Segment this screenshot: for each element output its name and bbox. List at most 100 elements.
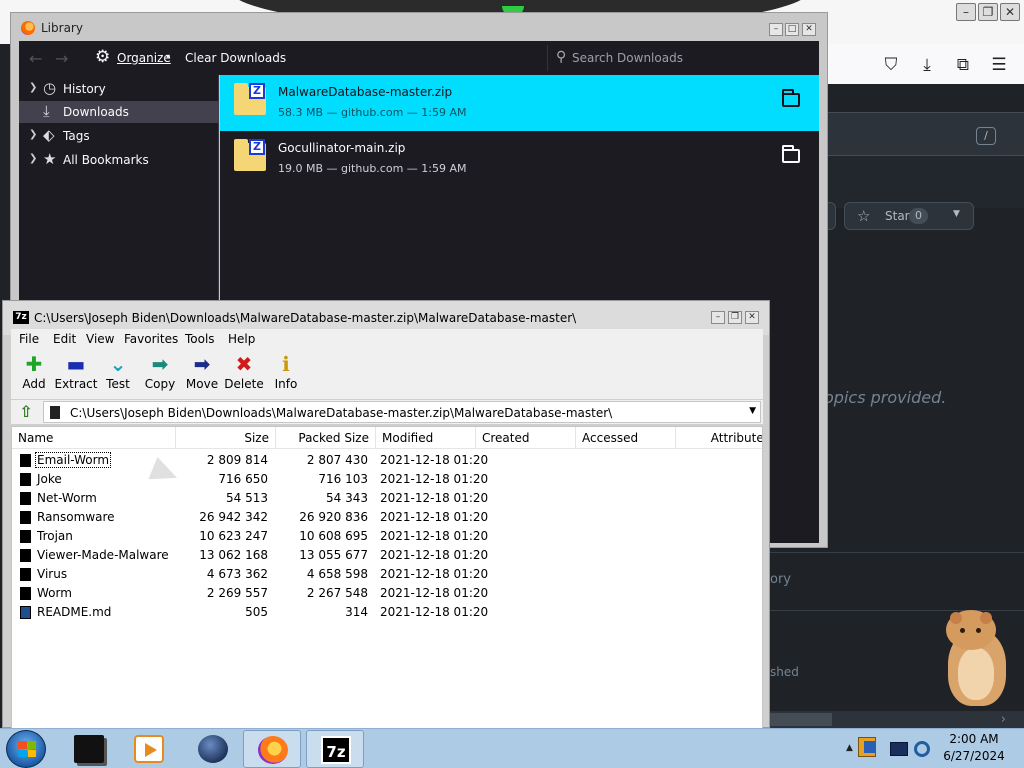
table-row[interactable]: Joke 716 650 716 103 2021-12-18 01:20 <box>12 470 762 489</box>
terminal-icon <box>74 735 104 763</box>
menu-view[interactable]: View <box>86 332 114 346</box>
clear-downloads-button[interactable]: Clear Downloads <box>185 51 286 65</box>
column-accessed[interactable]: Accessed <box>576 427 676 449</box>
taskbar-item-terminal[interactable] <box>60 730 118 768</box>
taskbar-item-media-player[interactable] <box>120 730 178 768</box>
table-row[interactable]: Ransomware 26 942 342 26 920 836 2021-12… <box>12 508 762 527</box>
taskbar-item-7zip[interactable]: 7z <box>306 730 364 768</box>
check-icon: ⌄ <box>109 352 127 376</box>
table-row[interactable]: Trojan 10 623 247 10 608 695 2021-12-18 … <box>12 527 762 546</box>
browser-minimize-button[interactable]: – <box>956 3 976 21</box>
clock-time: 2:00 AM <box>949 732 999 746</box>
chevron-right-icon[interactable]: ❯ <box>29 153 37 164</box>
copy-button[interactable]: ➡ Copy <box>137 351 183 397</box>
column-created[interactable]: Created <box>476 427 576 449</box>
history-section-text: ory <box>770 572 791 587</box>
scroll-right-icon[interactable]: › <box>1001 711 1006 728</box>
browser-restore-button[interactable]: ❐ <box>978 3 998 21</box>
sevenzip-close-button[interactable]: ✕ <box>745 311 759 324</box>
folder-icon <box>20 530 31 543</box>
table-row[interactable]: Worm 2 269 557 2 267 548 2021-12-18 01:2… <box>12 584 762 603</box>
info-button[interactable]: ℹ Info <box>263 351 309 397</box>
test-button[interactable]: ⌄ Test <box>95 351 141 397</box>
downloads-icon[interactable]: ⤓ <box>916 54 938 76</box>
tray-app-icon[interactable] <box>858 737 876 757</box>
organize-button[interactable]: Organize <box>117 51 171 65</box>
column-modified[interactable]: Modified <box>376 427 476 449</box>
column-size[interactable]: Size <box>176 427 276 449</box>
file-size: 4 673 362 <box>206 567 268 581</box>
taskbar-item-firefox[interactable] <box>243 730 301 768</box>
add-button[interactable]: ✚ Add <box>11 351 57 397</box>
download-item[interactable]: Z Gocullinator-main.zip 19.0 MB — github… <box>220 131 819 187</box>
menu-bar: File Edit View Favorites Tools Help <box>11 329 763 349</box>
library-close-button[interactable]: ✕ <box>802 23 816 36</box>
network-icon[interactable] <box>914 741 930 757</box>
library-maximize-button[interactable]: □ <box>785 23 799 36</box>
sidebar-item-downloads[interactable]: ⤓ Downloads <box>19 101 219 123</box>
chevron-right-icon[interactable]: ❯ <box>29 82 37 93</box>
file-size: 54 513 <box>226 491 268 505</box>
sevenzip-restore-button[interactable]: ❐ <box>728 311 742 324</box>
site-search-bar[interactable]: / <box>828 112 1024 156</box>
star-button[interactable]: ☆ Star 0 ▼ <box>844 202 974 230</box>
hamster-desktop-pet[interactable] <box>940 604 1010 710</box>
forward-arrow-icon[interactable]: → <box>55 49 68 68</box>
path-combobox[interactable]: C:\Users\Joseph Biden\Downloads\MalwareD… <box>43 401 761 423</box>
sidebar-item-all-bookmarks[interactable]: ❯ ★ All Bookmarks <box>19 149 219 171</box>
delete-x-icon: ✖ <box>235 352 253 376</box>
library-minimize-button[interactable]: – <box>769 23 783 36</box>
menu-edit[interactable]: Edit <box>53 332 76 346</box>
chevron-down-icon[interactable]: ▼ <box>953 209 960 219</box>
file-name: Virus <box>37 567 68 581</box>
browser-close-button[interactable]: ✕ <box>1000 3 1020 21</box>
sidebar-item-tags[interactable]: ❯ ⬖ Tags <box>19 125 219 147</box>
search-downloads-input[interactable]: ⚲ Search Downloads <box>547 45 819 71</box>
column-packed-size[interactable]: Packed Size <box>276 427 376 449</box>
file-modified: 2021-12-18 01:20 <box>380 453 489 467</box>
firefox-icon <box>21 21 35 35</box>
show-hidden-icons-icon[interactable]: ▲ <box>846 743 853 753</box>
column-name[interactable]: Name <box>12 427 176 449</box>
move-button[interactable]: ➡ Move <box>179 351 225 397</box>
file-packed-size: 2 807 430 <box>306 453 368 467</box>
download-item[interactable]: Z MalwareDatabase-master.zip 58.3 MB — g… <box>220 75 819 131</box>
pocket-icon[interactable]: ⛉ <box>880 54 902 76</box>
file-packed-size: 2 267 548 <box>306 586 368 600</box>
table-row[interactable]: README.md 505 314 2021-12-18 01:20 <box>12 603 762 622</box>
column-attributes[interactable]: Attributes <box>676 427 762 449</box>
extensions-icon[interactable]: ⧉ <box>952 54 974 76</box>
sidebar-item-label: All Bookmarks <box>63 153 149 167</box>
clock[interactable]: 2:00 AM 6/27/2024 <box>938 731 1010 765</box>
table-row[interactable]: Email-Worm 2 809 814 2 807 430 2021-12-1… <box>12 451 762 470</box>
star-icon: ☆ <box>857 207 871 225</box>
display-icon[interactable] <box>890 742 908 756</box>
menu-icon[interactable]: ☰ <box>988 54 1010 76</box>
chevron-right-icon[interactable]: ❯ <box>29 129 37 140</box>
sidebar-item-history[interactable]: ❯ ◷ History <box>19 78 219 100</box>
menu-file[interactable]: File <box>19 332 39 346</box>
extract-button[interactable]: ▬ Extract <box>53 351 99 397</box>
folder-up-icon[interactable]: ⇧ <box>17 402 35 421</box>
menu-tools[interactable]: Tools <box>185 332 215 346</box>
open-folder-icon[interactable] <box>782 145 800 163</box>
taskbar-item-globe[interactable] <box>184 730 242 768</box>
plus-icon: ✚ <box>25 352 43 376</box>
gear-icon[interactable]: ⚙ <box>95 47 110 67</box>
menu-favorites[interactable]: Favorites <box>124 332 178 346</box>
scrollbar-thumb[interactable] <box>770 713 832 726</box>
delete-button[interactable]: ✖ Delete <box>221 351 267 397</box>
table-row[interactable]: Net-Worm 54 513 54 343 2021-12-18 01:20 <box>12 489 762 508</box>
menu-help[interactable]: Help <box>228 332 255 346</box>
sevenzip-title: C:\Users\Joseph Biden\Downloads\MalwareD… <box>34 311 577 325</box>
table-row[interactable]: Virus 4 673 362 4 658 598 2021-12-18 01:… <box>12 565 762 584</box>
library-titlebar[interactable]: Library – □ ✕ <box>11 13 827 41</box>
chevron-down-icon[interactable]: ▼ <box>749 406 756 416</box>
sidebar-item-label: History <box>63 82 106 96</box>
back-arrow-icon[interactable]: ← <box>29 49 42 68</box>
open-folder-icon[interactable] <box>782 89 800 107</box>
table-row[interactable]: Viewer-Made-Malware 13 062 168 13 055 67… <box>12 546 762 565</box>
sevenzip-minimize-button[interactable]: – <box>711 311 725 324</box>
horizontal-scrollbar[interactable]: › <box>770 711 1024 728</box>
start-button[interactable] <box>6 730 46 768</box>
